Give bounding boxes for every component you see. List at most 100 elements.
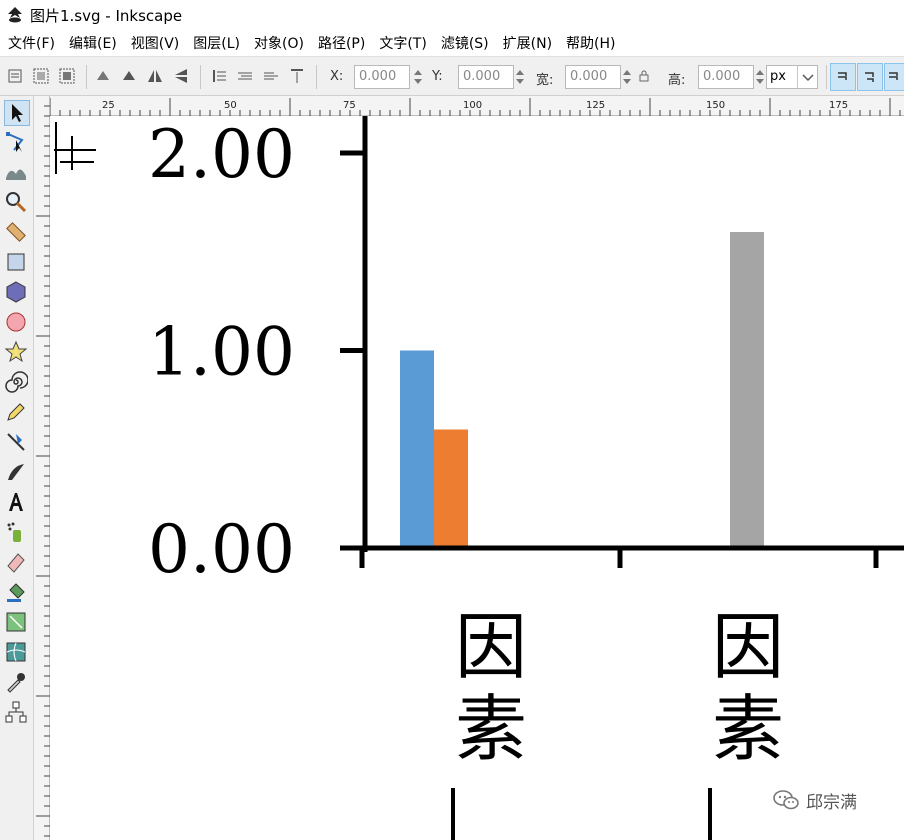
- lower-icon[interactable]: [262, 67, 280, 85]
- tool-tweak[interactable]: [4, 160, 30, 186]
- menu-layer[interactable]: 图层(L): [193, 33, 240, 53]
- raise-to-top-icon[interactable]: [210, 67, 228, 85]
- tool-connector[interactable]: [4, 700, 30, 726]
- menu-help[interactable]: 帮助(H): [566, 33, 615, 53]
- y-label: Y:: [432, 69, 443, 84]
- rotate-cw-icon[interactable]: [120, 67, 138, 85]
- tool-measure[interactable]: [4, 220, 30, 246]
- ruler-label: 50: [224, 100, 237, 111]
- menu-text[interactable]: 文字(T): [379, 33, 426, 53]
- toolbar-separator: [826, 65, 827, 89]
- horizontal-ruler[interactable]: 25 50 75 100 125 150 175: [34, 96, 904, 116]
- tool-spiral[interactable]: [4, 370, 30, 396]
- menu-view[interactable]: 视图(V): [131, 33, 180, 53]
- tool-pen[interactable]: [4, 430, 30, 456]
- connector-icon: [5, 701, 27, 723]
- toolbar-separator: [316, 65, 317, 89]
- tool-dropper[interactable]: [4, 670, 30, 696]
- vertical-ruler[interactable]: [34, 96, 50, 840]
- height-input[interactable]: 0.000: [698, 65, 754, 89]
- ruler-label: 100: [463, 100, 483, 111]
- spray-icon: [7, 522, 21, 542]
- x-input[interactable]: 0.000: [354, 65, 410, 89]
- cropped-axis-title: [54, 122, 96, 174]
- tool-spray[interactable]: [4, 520, 30, 546]
- pencil-icon: [7, 403, 25, 421]
- ellipse-icon: [6, 312, 26, 332]
- tool-calligraphy[interactable]: [4, 460, 30, 486]
- tool-3dbox[interactable]: [4, 280, 30, 306]
- width-input[interactable]: 0.000: [565, 65, 621, 89]
- tool-star[interactable]: [4, 340, 30, 366]
- select-all-icon[interactable]: [6, 67, 24, 85]
- gradient-icon: [6, 612, 26, 632]
- drawing-canvas[interactable]: 0.00 1.00 2.00 因素因素: [50, 116, 904, 840]
- scale-corners-toggle[interactable]: [857, 63, 883, 91]
- lock-icon[interactable]: [638, 70, 650, 82]
- x-category-label: 因素: [451, 605, 527, 840]
- move-gradients-toggle[interactable]: [884, 63, 904, 91]
- zoom-icon: [6, 192, 27, 213]
- scale-stroke-toggle[interactable]: [830, 63, 856, 91]
- ruler-ticks: [36, 105, 50, 837]
- bar: [434, 429, 468, 548]
- flip-horizontal-icon[interactable]: [146, 67, 164, 85]
- tool-zoom[interactable]: [4, 190, 30, 216]
- tool-ellipse[interactable]: [4, 310, 30, 336]
- star-icon: [4, 340, 28, 363]
- select-all-layers-icon[interactable]: [32, 67, 50, 85]
- menu-extensions[interactable]: 扩展(N): [503, 33, 552, 53]
- calligraphy-icon: [8, 464, 24, 480]
- y-input[interactable]: 0.000: [458, 65, 514, 89]
- tool-paint-bucket[interactable]: [4, 580, 30, 606]
- title-bar: 图片1.svg - Inkscape: [0, 0, 904, 30]
- height-spinner-icon[interactable]: [754, 65, 766, 89]
- y-tick-labels: 0.00 1.00 2.00: [148, 116, 295, 588]
- tool-eraser[interactable]: [4, 550, 30, 576]
- width-spinner-icon[interactable]: [621, 65, 633, 89]
- unit-value: px: [770, 69, 786, 84]
- tool-rectangle[interactable]: [4, 250, 30, 276]
- x-ticks: [359, 548, 879, 568]
- pen-icon: [7, 433, 25, 451]
- y-tick-label: 0.00: [148, 511, 295, 588]
- unit-dropdown-arrow: [797, 66, 817, 88]
- rotate-ccw-icon[interactable]: [94, 67, 112, 85]
- move-gradients-icon: [889, 72, 898, 80]
- bar: [400, 350, 434, 548]
- inkscape-logo-icon: [8, 7, 22, 23]
- flip-vertical-icon[interactable]: [172, 67, 190, 85]
- ruler-label: 150: [706, 100, 726, 111]
- chevron-down-icon: [802, 74, 814, 82]
- menu-object[interactable]: 对象(O): [254, 33, 304, 53]
- menu-edit[interactable]: 编辑(E): [69, 33, 117, 53]
- scale-corners-icon: [865, 72, 874, 82]
- box3d-icon: [6, 281, 26, 303]
- menu-path[interactable]: 路径(P): [318, 33, 365, 53]
- window-title: 图片1.svg - Inkscape: [30, 6, 183, 25]
- menu-file[interactable]: 文件(F): [8, 33, 55, 53]
- tool-text[interactable]: [4, 490, 30, 516]
- y-spinner-icon[interactable]: [514, 65, 526, 89]
- node-icon: [6, 132, 24, 152]
- x-category-char: 素: [712, 687, 784, 771]
- ruler-label: 175: [829, 100, 849, 111]
- spiral-icon: [5, 371, 29, 393]
- toolbox: [0, 96, 34, 840]
- y-tick-label: 2.00: [148, 116, 295, 193]
- y-tick-label: 1.00: [148, 314, 295, 391]
- tool-selector[interactable]: [4, 100, 30, 126]
- x-spinner-icon[interactable]: [412, 65, 424, 89]
- x-category-char: 素: [455, 687, 527, 771]
- deselect-icon[interactable]: [58, 67, 76, 85]
- lower-to-bottom-icon[interactable]: [288, 67, 306, 85]
- menu-filters[interactable]: 滤镜(S): [441, 33, 489, 53]
- unit-select[interactable]: px: [766, 65, 818, 89]
- ruler-label: 75: [343, 100, 356, 111]
- vertical-ruler-ticks: [36, 105, 50, 837]
- tool-gradient[interactable]: [4, 610, 30, 636]
- raise-icon[interactable]: [236, 67, 254, 85]
- tool-node[interactable]: [4, 130, 30, 156]
- tool-mesh[interactable]: [4, 640, 30, 666]
- tool-pencil[interactable]: [4, 400, 30, 426]
